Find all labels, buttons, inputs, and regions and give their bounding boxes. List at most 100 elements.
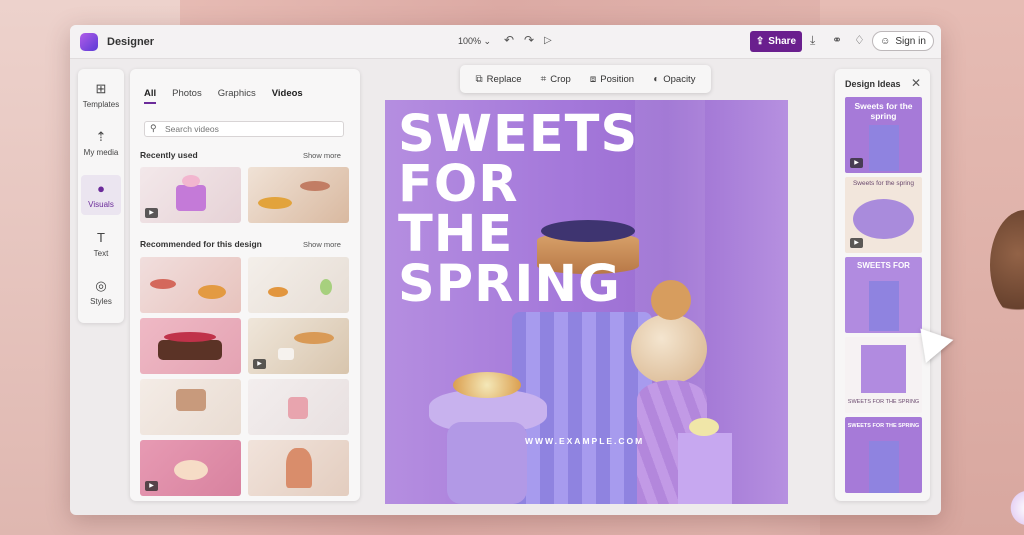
pastry-shape	[150, 279, 176, 289]
share-label: Share	[768, 36, 797, 47]
media-tabs: All Photos Graphics Videos	[144, 88, 303, 104]
rail-item-my-media[interactable]: ⇡ My media	[81, 123, 121, 163]
media-thumbnail[interactable]: ▶	[140, 167, 241, 223]
rail-label: Templates	[82, 100, 120, 109]
text-icon: T	[97, 230, 105, 245]
download-icon[interactable]: ⤓	[810, 33, 815, 48]
styles-icon: ◎	[95, 278, 107, 293]
media-thumbnail[interactable]	[248, 257, 349, 313]
visuals-panel: All Photos Graphics Videos ⚲ Recently us…	[130, 69, 360, 501]
replace-label: Replace	[486, 73, 522, 85]
sign-in-button[interactable]: ☺ Sign in	[872, 31, 934, 51]
headline-line: THE	[398, 205, 514, 264]
design-idea-card[interactable]: Sweets for the spring ▶	[845, 177, 922, 253]
search-icon: ⚲	[150, 123, 157, 133]
media-thumbnail[interactable]	[248, 440, 349, 496]
upload-icon: ⇡	[95, 129, 107, 144]
video-icon: ▶	[145, 481, 158, 491]
tart-shape	[453, 372, 521, 398]
tab-graphics[interactable]: Graphics	[218, 88, 256, 104]
media-thumbnail[interactable]	[248, 379, 349, 435]
cake-stand-shape	[176, 389, 206, 411]
headline-line: FOR	[398, 155, 519, 214]
canvas-url-text[interactable]: WWW.EXAMPLE.COM	[525, 436, 644, 446]
close-icon[interactable]: ✕	[911, 76, 921, 90]
notification-icon[interactable]: ♢	[854, 33, 865, 47]
rail-item-text[interactable]: T Text	[81, 224, 121, 264]
berries-shape	[164, 332, 216, 342]
cupcake-shape	[320, 279, 332, 295]
cup-shape	[278, 348, 294, 360]
video-icon: ▶	[253, 359, 266, 369]
idea-pedestal	[869, 441, 899, 493]
redo-icon[interactable]: ↷	[524, 33, 534, 47]
tab-videos[interactable]: Videos	[272, 88, 303, 104]
templates-icon: ⊞	[95, 81, 107, 96]
search-input[interactable]	[144, 121, 344, 137]
video-icon: ▶	[145, 208, 158, 218]
canvas-headline[interactable]: SWEETS FOR THE SPRING	[398, 105, 639, 314]
share-icon: ⇪	[755, 36, 765, 47]
media-thumbnail[interactable]: ▶	[248, 318, 349, 374]
headline-line: SWEETS	[398, 105, 639, 164]
replace-icon: ⧉	[475, 73, 483, 85]
design-idea-card[interactable]: SWEETS FOR THE SPRING	[845, 337, 922, 413]
zoom-level: 100%	[458, 36, 482, 46]
media-thumbnail[interactable]: ▶	[140, 440, 241, 496]
idea-text: Sweets for the spring	[852, 180, 915, 187]
cupcake-shape	[288, 397, 308, 419]
bun-shape	[631, 314, 707, 384]
crop-button[interactable]: ⌗ Crop	[541, 74, 571, 85]
video-icon: ▶	[850, 238, 863, 248]
undo-icon[interactable]: ↶	[504, 33, 514, 47]
tab-photos[interactable]: Photos	[172, 88, 202, 104]
design-ideas-panel: Design Ideas ✕ Sweets for the spring ▶ S…	[835, 69, 930, 501]
rail-label: My media	[83, 148, 119, 157]
user-icon: ☺	[880, 35, 891, 47]
cake-top-shape	[182, 175, 200, 187]
zoom-dropdown[interactable]: 100% ⌄	[458, 36, 491, 47]
pastry-shape	[294, 332, 334, 344]
position-button[interactable]: ⧈ Position	[590, 74, 634, 85]
idea-pedestal	[869, 281, 899, 331]
design-canvas[interactable]: SWEETS FOR THE SPRING WWW.EXAMPLE.COM	[385, 100, 788, 504]
opacity-icon: ◐	[653, 73, 660, 85]
designer-window: Designer 100% ⌄ ↶ ↷ ▷ ⇪ Share ⤓ ⚭ ♢ ☺ Si…	[70, 25, 941, 515]
media-thumbnail[interactable]	[140, 318, 241, 374]
opacity-button[interactable]: ◐ Opacity	[653, 74, 695, 85]
design-idea-card[interactable]: Sweets for the spring ▶	[845, 97, 922, 173]
crop-icon: ⌗	[540, 73, 547, 85]
recent-show-more-link[interactable]: Show more	[303, 151, 341, 160]
side-rail: ⊞ Templates ⇡ My media ● Visuals T Text …	[78, 69, 124, 323]
media-thumbnail[interactable]	[140, 257, 241, 313]
play-icon[interactable]: ▷	[544, 35, 552, 46]
rail-label: Visuals	[88, 200, 114, 209]
tab-all[interactable]: All	[144, 88, 157, 104]
cake-shape	[176, 185, 206, 211]
design-idea-card[interactable]: SWEETS FOR	[845, 257, 922, 333]
dessert-shape	[174, 460, 208, 480]
media-thumbnail[interactable]	[248, 167, 349, 223]
design-idea-card[interactable]: SWEETS FOR THE SPRING	[845, 417, 922, 493]
media-thumbnail[interactable]	[140, 379, 241, 435]
visuals-icon: ●	[97, 181, 105, 196]
pedestal-round	[447, 422, 527, 504]
replace-button[interactable]: ⧉ Replace	[476, 74, 522, 85]
rail-item-templates[interactable]: ⊞ Templates	[81, 75, 121, 115]
app-title: Designer	[107, 35, 155, 48]
design-ideas-title: Design Ideas	[845, 79, 901, 89]
rail-label: Styles	[90, 297, 112, 306]
idea-text: SWEETS FOR THE SPRING	[847, 423, 920, 429]
macaron-tower-shape	[286, 448, 312, 488]
headline-line: SPRING	[398, 255, 621, 314]
share-link-icon[interactable]: ⚭	[832, 33, 842, 47]
rail-item-visuals[interactable]: ● Visuals	[81, 175, 121, 215]
recommended-show-more-link[interactable]: Show more	[303, 240, 341, 249]
pedestal-small	[678, 433, 732, 504]
share-button[interactable]: ⇪ Share	[750, 31, 802, 52]
lemon-shape	[258, 197, 292, 209]
rail-item-styles[interactable]: ◎ Styles	[81, 272, 121, 312]
recently-used-heading: Recently used	[140, 150, 198, 160]
chevron-down-icon: ⌄	[483, 36, 492, 46]
idea-pedestal	[869, 125, 899, 171]
